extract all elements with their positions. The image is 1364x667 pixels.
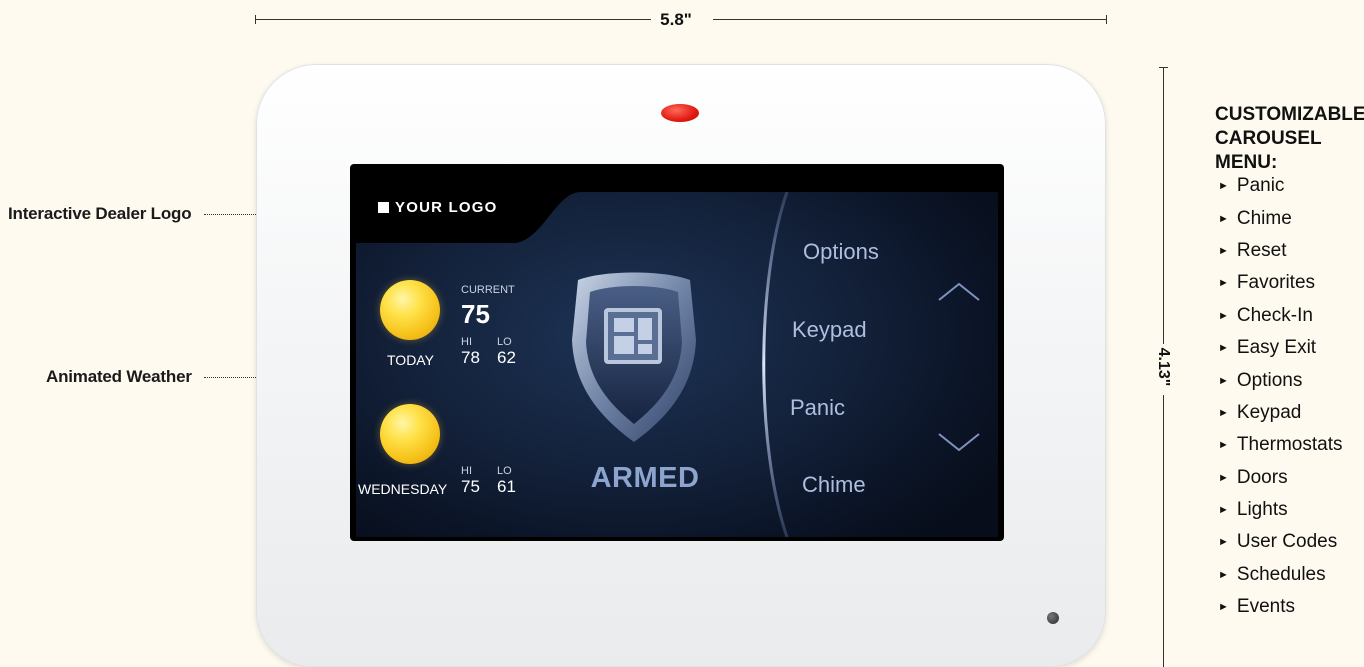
dimension-line — [255, 19, 651, 20]
width-label: 5.8" — [651, 10, 701, 30]
list-item: ► Reset — [1218, 239, 1287, 261]
bullet-triangle-icon: ► — [1218, 568, 1229, 581]
list-item: ► Thermostats — [1218, 434, 1343, 456]
list-item: ► Easy Exit — [1218, 337, 1317, 359]
list-item: ► Events — [1218, 596, 1295, 618]
callout-weather: Animated Weather — [46, 367, 192, 386]
dimension-line — [1163, 395, 1164, 667]
weather-current-label: CURRENT — [461, 284, 515, 296]
bullet-triangle-icon: ► — [1218, 244, 1229, 257]
bullet-triangle-icon: ► — [1218, 180, 1229, 193]
list-item: ► Chime — [1218, 207, 1292, 229]
bullet-triangle-icon: ► — [1218, 277, 1229, 290]
bullet-triangle-icon: ► — [1218, 536, 1229, 549]
bullet-triangle-icon: ► — [1218, 342, 1229, 355]
sun-icon — [380, 280, 440, 340]
weather-hi-value: 78 — [461, 348, 480, 367]
bullet-triangle-icon: ► — [1218, 212, 1229, 225]
list-item: ► Keypad — [1218, 401, 1302, 423]
dimension-tick — [1106, 15, 1107, 24]
carousel-item-keypad[interactable]: Keypad — [792, 317, 867, 343]
list-item: ► Favorites — [1218, 272, 1316, 294]
security-panel-device: YOUR LOGO TODAY CURRENT 75 HI LO 78 62 W… — [256, 64, 1106, 667]
bullet-triangle-icon: ► — [1218, 374, 1229, 387]
callout-dealer-logo: Interactive Dealer Logo — [8, 204, 192, 223]
weather-lo-label: LO — [497, 336, 512, 348]
weather-lo-value: 61 — [497, 477, 516, 496]
list-item: ► Doors — [1218, 466, 1288, 488]
shield-icon[interactable] — [564, 270, 704, 450]
list-item: ► Options — [1218, 369, 1303, 391]
display-area: YOUR LOGO TODAY CURRENT 75 HI LO 78 62 W… — [356, 168, 998, 537]
carousel-options-list: ► Panic ► Chime ► Reset ► Favorites ► Check-I… — [1218, 170, 1342, 623]
dealer-logo[interactable]: YOUR LOGO — [378, 199, 497, 216]
dimension-line — [1163, 67, 1164, 347]
light-sensor — [1047, 612, 1059, 624]
bullet-triangle-icon: ► — [1218, 471, 1229, 484]
list-item: ► Panic — [1218, 175, 1285, 197]
weather-hi-label: HI — [461, 465, 472, 477]
logo-square-icon — [378, 202, 389, 213]
sun-icon — [380, 404, 440, 464]
list-item: ► Schedules — [1218, 563, 1326, 585]
carousel-divider — [762, 192, 789, 537]
weather-hi-value: 75 — [461, 477, 480, 496]
status-led — [661, 104, 699, 122]
weather-day-label: WEDNESDAY — [358, 481, 448, 497]
weather-lo-label: LO — [497, 465, 512, 477]
list-item: ► User Codes — [1218, 531, 1338, 553]
dealer-logo-text: YOUR LOGO — [395, 199, 498, 216]
system-status[interactable]: ARMED — [590, 462, 700, 495]
bullet-triangle-icon: ► — [1218, 504, 1229, 517]
touchscreen: YOUR LOGO TODAY CURRENT 75 HI LO 78 62 W… — [350, 164, 1004, 541]
chevron-up-icon[interactable] — [936, 280, 982, 304]
weather-hi-label: HI — [461, 336, 472, 348]
weather-lo-value: 62 — [497, 348, 516, 367]
menu-list-title-line: CUSTOMIZABLE — [1215, 104, 1364, 125]
list-item: ► Lights — [1218, 499, 1288, 521]
carousel-item-chime[interactable]: Chime — [802, 472, 866, 498]
weather-current-temp: 75 — [461, 299, 490, 329]
bullet-triangle-icon: ► — [1218, 601, 1229, 614]
menu-list-title-line: CAROUSEL MENU: — [1215, 128, 1322, 173]
carousel-item-options[interactable]: Options — [803, 239, 879, 265]
height-label: 4.13" — [1154, 344, 1172, 390]
bullet-triangle-icon: ► — [1218, 406, 1229, 419]
list-item: ► Check-In — [1218, 304, 1313, 326]
dimension-line — [713, 19, 1106, 20]
bullet-triangle-icon: ► — [1218, 309, 1229, 322]
carousel-item-panic[interactable]: Panic — [790, 395, 845, 421]
menu-list-title: CUSTOMIZABLE CAROUSEL MENU: — [1215, 103, 1364, 175]
chevron-down-icon[interactable] — [936, 430, 982, 454]
weather-day-label: TODAY — [387, 352, 434, 368]
bullet-triangle-icon: ► — [1218, 439, 1229, 452]
